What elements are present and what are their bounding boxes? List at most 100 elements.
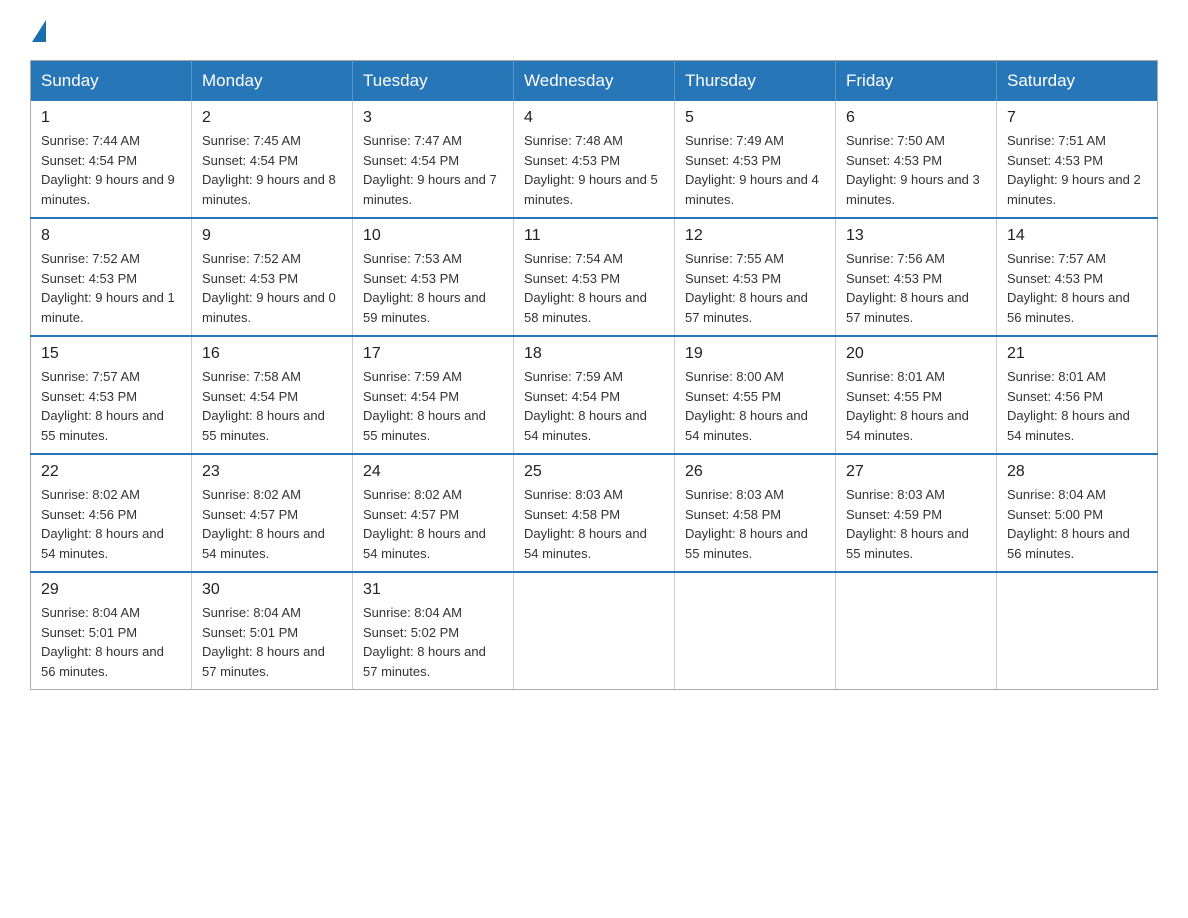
day-number: 12 <box>685 227 825 245</box>
day-info: Sunrise: 7:49 AMSunset: 4:53 PMDaylight:… <box>685 133 819 207</box>
day-info: Sunrise: 7:59 AMSunset: 4:54 PMDaylight:… <box>524 369 647 443</box>
calendar-cell: 28 Sunrise: 8:04 AMSunset: 5:00 PMDayligh… <box>997 454 1158 572</box>
calendar-cell: 23 Sunrise: 8:02 AMSunset: 4:57 PMDayligh… <box>192 454 353 572</box>
day-info: Sunrise: 7:59 AMSunset: 4:54 PMDaylight:… <box>363 369 486 443</box>
day-number: 8 <box>41 227 181 245</box>
day-number: 15 <box>41 345 181 363</box>
day-info: Sunrise: 8:01 AMSunset: 4:56 PMDaylight:… <box>1007 369 1130 443</box>
day-info: Sunrise: 7:55 AMSunset: 4:53 PMDaylight:… <box>685 251 808 325</box>
day-number: 26 <box>685 463 825 481</box>
weekday-header-monday: Monday <box>192 61 353 102</box>
day-info: Sunrise: 8:02 AMSunset: 4:57 PMDaylight:… <box>202 487 325 561</box>
day-info: Sunrise: 7:57 AMSunset: 4:53 PMDaylight:… <box>41 369 164 443</box>
day-number: 31 <box>363 581 503 599</box>
day-info: Sunrise: 7:54 AMSunset: 4:53 PMDaylight:… <box>524 251 647 325</box>
day-number: 5 <box>685 109 825 127</box>
day-number: 18 <box>524 345 664 363</box>
day-number: 9 <box>202 227 342 245</box>
day-number: 10 <box>363 227 503 245</box>
day-number: 7 <box>1007 109 1147 127</box>
calendar-cell: 19 Sunrise: 8:00 AMSunset: 4:55 PMDayligh… <box>675 336 836 454</box>
day-number: 27 <box>846 463 986 481</box>
day-info: Sunrise: 8:04 AMSunset: 5:02 PMDaylight:… <box>363 605 486 679</box>
calendar-cell: 1Sunrise: 7:44 AMSunset: 4:54 PMDaylight… <box>31 101 192 218</box>
calendar-cell: 11 Sunrise: 7:54 AMSunset: 4:53 PMDayligh… <box>514 218 675 336</box>
calendar-cell: 16Sunrise: 7:58 AMSunset: 4:54 PMDayligh… <box>192 336 353 454</box>
calendar-cell <box>836 572 997 690</box>
day-info: Sunrise: 7:44 AMSunset: 4:54 PMDaylight:… <box>41 133 175 207</box>
weekday-header-tuesday: Tuesday <box>353 61 514 102</box>
calendar-week-row: 1Sunrise: 7:44 AMSunset: 4:54 PMDaylight… <box>31 101 1158 218</box>
day-info: Sunrise: 8:00 AMSunset: 4:55 PMDaylight:… <box>685 369 808 443</box>
calendar-cell: 9 Sunrise: 7:52 AMSunset: 4:53 PMDaylight… <box>192 218 353 336</box>
calendar-cell: 26Sunrise: 8:03 AMSunset: 4:58 PMDayligh… <box>675 454 836 572</box>
weekday-header-saturday: Saturday <box>997 61 1158 102</box>
calendar-cell: 4 Sunrise: 7:48 AMSunset: 4:53 PMDaylight… <box>514 101 675 218</box>
calendar-cell: 29 Sunrise: 8:04 AMSunset: 5:01 PMDayligh… <box>31 572 192 690</box>
day-info: Sunrise: 7:51 AMSunset: 4:53 PMDaylight:… <box>1007 133 1141 207</box>
calendar-cell: 2 Sunrise: 7:45 AMSunset: 4:54 PMDaylight… <box>192 101 353 218</box>
day-info: Sunrise: 7:50 AMSunset: 4:53 PMDaylight:… <box>846 133 980 207</box>
day-info: Sunrise: 7:53 AMSunset: 4:53 PMDaylight:… <box>363 251 486 325</box>
day-number: 30 <box>202 581 342 599</box>
day-info: Sunrise: 7:48 AMSunset: 4:53 PMDaylight:… <box>524 133 658 207</box>
calendar-cell: 25 Sunrise: 8:03 AMSunset: 4:58 PMDayligh… <box>514 454 675 572</box>
day-info: Sunrise: 7:56 AMSunset: 4:53 PMDaylight:… <box>846 251 969 325</box>
calendar-cell: 8 Sunrise: 7:52 AMSunset: 4:53 PMDaylight… <box>31 218 192 336</box>
calendar-cell: 20Sunrise: 8:01 AMSunset: 4:55 PMDayligh… <box>836 336 997 454</box>
day-info: Sunrise: 7:45 AMSunset: 4:54 PMDaylight:… <box>202 133 336 207</box>
day-number: 17 <box>363 345 503 363</box>
day-number: 21 <box>1007 345 1147 363</box>
weekday-header-wednesday: Wednesday <box>514 61 675 102</box>
day-number: 6 <box>846 109 986 127</box>
calendar-cell: 31 Sunrise: 8:04 AMSunset: 5:02 PMDayligh… <box>353 572 514 690</box>
day-info: Sunrise: 8:04 AMSunset: 5:01 PMDaylight:… <box>202 605 325 679</box>
logo-triangle-icon <box>32 20 46 42</box>
calendar-cell <box>675 572 836 690</box>
day-number: 22 <box>41 463 181 481</box>
day-number: 19 <box>685 345 825 363</box>
calendar-cell: 13 Sunrise: 7:56 AMSunset: 4:53 PMDayligh… <box>836 218 997 336</box>
calendar-cell: 5 Sunrise: 7:49 AMSunset: 4:53 PMDaylight… <box>675 101 836 218</box>
day-info: Sunrise: 8:01 AMSunset: 4:55 PMDaylight:… <box>846 369 969 443</box>
day-number: 28 <box>1007 463 1147 481</box>
calendar-cell: 30 Sunrise: 8:04 AMSunset: 5:01 PMDayligh… <box>192 572 353 690</box>
calendar-cell <box>514 572 675 690</box>
calendar-cell: 12 Sunrise: 7:55 AMSunset: 4:53 PMDayligh… <box>675 218 836 336</box>
day-info: Sunrise: 8:02 AMSunset: 4:56 PMDaylight:… <box>41 487 164 561</box>
day-number: 2 <box>202 109 342 127</box>
day-number: 25 <box>524 463 664 481</box>
calendar-cell: 17 Sunrise: 7:59 AMSunset: 4:54 PMDayligh… <box>353 336 514 454</box>
calendar-cell: 24 Sunrise: 8:02 AMSunset: 4:57 PMDayligh… <box>353 454 514 572</box>
day-number: 4 <box>524 109 664 127</box>
day-info: Sunrise: 7:58 AMSunset: 4:54 PMDaylight:… <box>202 369 325 443</box>
calendar-cell: 22 Sunrise: 8:02 AMSunset: 4:56 PMDayligh… <box>31 454 192 572</box>
calendar-cell: 21 Sunrise: 8:01 AMSunset: 4:56 PMDayligh… <box>997 336 1158 454</box>
calendar-cell: 15 Sunrise: 7:57 AMSunset: 4:53 PMDayligh… <box>31 336 192 454</box>
day-number: 29 <box>41 581 181 599</box>
day-info: Sunrise: 8:04 AMSunset: 5:00 PMDaylight:… <box>1007 487 1130 561</box>
calendar-week-row: 15 Sunrise: 7:57 AMSunset: 4:53 PMDayligh… <box>31 336 1158 454</box>
day-number: 24 <box>363 463 503 481</box>
day-number: 14 <box>1007 227 1147 245</box>
day-number: 13 <box>846 227 986 245</box>
calendar-cell: 14Sunrise: 7:57 AMSunset: 4:53 PMDayligh… <box>997 218 1158 336</box>
day-info: Sunrise: 7:52 AMSunset: 4:53 PMDaylight:… <box>41 251 175 325</box>
day-number: 3 <box>363 109 503 127</box>
calendar-cell: 3 Sunrise: 7:47 AMSunset: 4:54 PMDaylight… <box>353 101 514 218</box>
day-info: Sunrise: 7:52 AMSunset: 4:53 PMDaylight:… <box>202 251 336 325</box>
day-info: Sunrise: 7:47 AMSunset: 4:54 PMDaylight:… <box>363 133 497 207</box>
day-number: 23 <box>202 463 342 481</box>
calendar-cell <box>997 572 1158 690</box>
day-info: Sunrise: 8:03 AMSunset: 4:58 PMDaylight:… <box>524 487 647 561</box>
day-info: Sunrise: 8:02 AMSunset: 4:57 PMDaylight:… <box>363 487 486 561</box>
calendar-cell: 10 Sunrise: 7:53 AMSunset: 4:53 PMDayligh… <box>353 218 514 336</box>
page-header <box>30 20 1158 40</box>
weekday-header-friday: Friday <box>836 61 997 102</box>
day-info: Sunrise: 8:04 AMSunset: 5:01 PMDaylight:… <box>41 605 164 679</box>
calendar-cell: 6 Sunrise: 7:50 AMSunset: 4:53 PMDaylight… <box>836 101 997 218</box>
day-info: Sunrise: 8:03 AMSunset: 4:59 PMDaylight:… <box>846 487 969 561</box>
day-number: 11 <box>524 227 664 245</box>
calendar-week-row: 8 Sunrise: 7:52 AMSunset: 4:53 PMDaylight… <box>31 218 1158 336</box>
calendar-cell: 7 Sunrise: 7:51 AMSunset: 4:53 PMDaylight… <box>997 101 1158 218</box>
